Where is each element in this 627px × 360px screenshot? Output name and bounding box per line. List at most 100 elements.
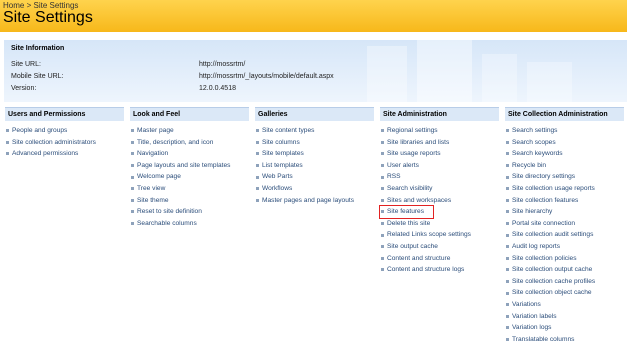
bullet-icon [506, 152, 509, 156]
settings-link-label: Site hierarchy [512, 208, 553, 216]
look-and-feel-section: Look and Feel Master page Title, descript… [130, 107, 249, 229]
bullet-icon [506, 222, 509, 226]
settings-link-label: Site output cache [387, 242, 438, 250]
settings-link-label: Site collection audit settings [512, 231, 594, 239]
settings-link[interactable]: Master page [130, 125, 249, 137]
site-information-panel: Site Information Site URL: http://mossrt… [4, 40, 627, 102]
settings-link[interactable]: Variation logs [505, 322, 624, 334]
settings-link-label: Site usage reports [387, 150, 441, 158]
settings-link-label: User alerts [387, 161, 419, 169]
settings-link[interactable]: Variation labels [505, 311, 624, 323]
bullet-icon [381, 164, 384, 168]
settings-link[interactable]: Site libraries and lists [380, 137, 499, 149]
bullet-icon [506, 326, 509, 330]
settings-link[interactable]: Page layouts and site templates [130, 160, 249, 172]
settings-link-label: Search keywords [512, 150, 563, 158]
settings-link-label: Site theme [137, 196, 169, 204]
settings-link[interactable]: Audit log reports [505, 241, 624, 253]
settings-link[interactable]: User alerts [380, 160, 499, 172]
settings-link-label: Reset to site definition [137, 208, 202, 216]
settings-link[interactable]: Search scopes [505, 137, 624, 149]
settings-link-label: People and groups [12, 127, 68, 134]
settings-link-label: Delete this site [387, 219, 431, 227]
settings-link-label: List templates [262, 161, 303, 169]
settings-link[interactable]: Portal site connection [505, 218, 624, 230]
settings-link[interactable]: Site theme [130, 195, 249, 207]
galleries-section: Galleries Site content types Site columns… [255, 107, 374, 206]
settings-link[interactable]: Welcome page [130, 171, 249, 183]
settings-link[interactable]: Site collection usage reports [505, 183, 624, 195]
settings-link[interactable]: Content and structure logs [380, 264, 499, 276]
settings-link-label: Site directory settings [512, 173, 576, 181]
settings-link[interactable]: Content and structure [380, 253, 499, 265]
settings-link[interactable]: Tree view [130, 183, 249, 195]
title-bar: Home > Site Settings Site Settings [0, 0, 627, 32]
settings-link[interactable]: Sites and workspaces [380, 195, 499, 207]
section-header: Users and Permissions [5, 107, 124, 121]
settings-link-label: Sites and workspaces [387, 196, 452, 204]
settings-link[interactable]: Related Links scope settings [380, 229, 499, 241]
settings-link[interactable]: Regional settings [380, 125, 499, 137]
bullet-icon [131, 187, 134, 191]
settings-link-label: Navigation [137, 150, 169, 158]
settings-link[interactable]: Site collection cache profiles [505, 276, 624, 288]
settings-link[interactable]: List templates [255, 160, 374, 172]
settings-link[interactable]: Searchable columns [130, 218, 249, 230]
settings-link[interactable]: Site output cache [380, 241, 499, 253]
bullet-icon [381, 198, 384, 202]
settings-link[interactable]: Site content types [255, 125, 374, 137]
settings-link[interactable]: Site hierarchy [505, 206, 624, 218]
bullet-icon [131, 129, 134, 133]
settings-link-label: Master page [137, 127, 174, 134]
settings-link[interactable]: Recycle bin [505, 160, 624, 172]
settings-link[interactable]: Web Parts [255, 171, 374, 183]
settings-link[interactable]: Reset to site definition [130, 206, 249, 218]
bullet-icon [506, 129, 509, 133]
mobile-site-url-value: http://mossrtm/_layouts/mobile/default.a… [199, 73, 334, 80]
settings-link-label: Variation labels [512, 312, 557, 320]
settings-link[interactable]: Advanced permissions [5, 148, 124, 160]
section-header: Site Collection Administration [505, 107, 624, 121]
settings-link[interactable]: RSS [380, 171, 499, 183]
bullet-icon [256, 129, 259, 133]
settings-link[interactable]: Site collection output cache [505, 264, 624, 276]
settings-link-label: Search settings [512, 127, 558, 134]
settings-link-label: Audit log reports [512, 242, 561, 250]
settings-link[interactable]: Delete this site [380, 218, 499, 230]
settings-link[interactable]: Workflows [255, 183, 374, 195]
settings-link[interactable]: Site usage reports [380, 148, 499, 160]
bullet-icon [506, 291, 509, 295]
settings-link[interactable]: Site collection administrators [5, 137, 124, 149]
settings-link[interactable]: Site collection object cache [505, 287, 624, 299]
settings-link[interactable]: Site directory settings [505, 171, 624, 183]
settings-link[interactable]: Site columns [255, 137, 374, 149]
settings-link-label: Variation logs [512, 324, 552, 332]
bullet-icon [6, 129, 9, 133]
settings-link-label: Regional settings [387, 127, 438, 134]
settings-link-label: Web Parts [262, 173, 293, 181]
bullet-icon [506, 198, 509, 202]
settings-link[interactable]: Site collection features [505, 195, 624, 207]
settings-link[interactable]: Site collection audit settings [505, 229, 624, 241]
settings-link[interactable]: Site features [379, 205, 434, 219]
settings-link[interactable]: Variations [505, 299, 624, 311]
bullet-icon [506, 337, 509, 341]
settings-link[interactable]: Site collection policies [505, 253, 624, 265]
settings-link-label: Title, description, and icon [137, 138, 214, 146]
site-administration-section: Site Administration Regional settings Sit… [379, 107, 499, 276]
settings-link[interactable]: Navigation [130, 148, 249, 160]
bullet-icon [381, 210, 384, 214]
bullet-icon [256, 152, 259, 156]
settings-link[interactable]: Translatable columns [505, 334, 624, 346]
settings-link[interactable]: Search visibility [380, 183, 499, 195]
site-url-label: Site URL: [11, 61, 41, 68]
settings-link[interactable]: People and groups [5, 125, 124, 137]
bullet-icon [6, 140, 9, 144]
settings-link-label: Site collection administrators [12, 138, 96, 146]
settings-link[interactable]: Site templates [255, 148, 374, 160]
bullet-icon [506, 256, 509, 260]
settings-link[interactable]: Title, description, and icon [130, 137, 249, 149]
settings-link[interactable]: Master pages and page layouts [255, 195, 374, 207]
settings-link[interactable]: Search keywords [505, 148, 624, 160]
settings-link[interactable]: Search settings [505, 125, 624, 137]
